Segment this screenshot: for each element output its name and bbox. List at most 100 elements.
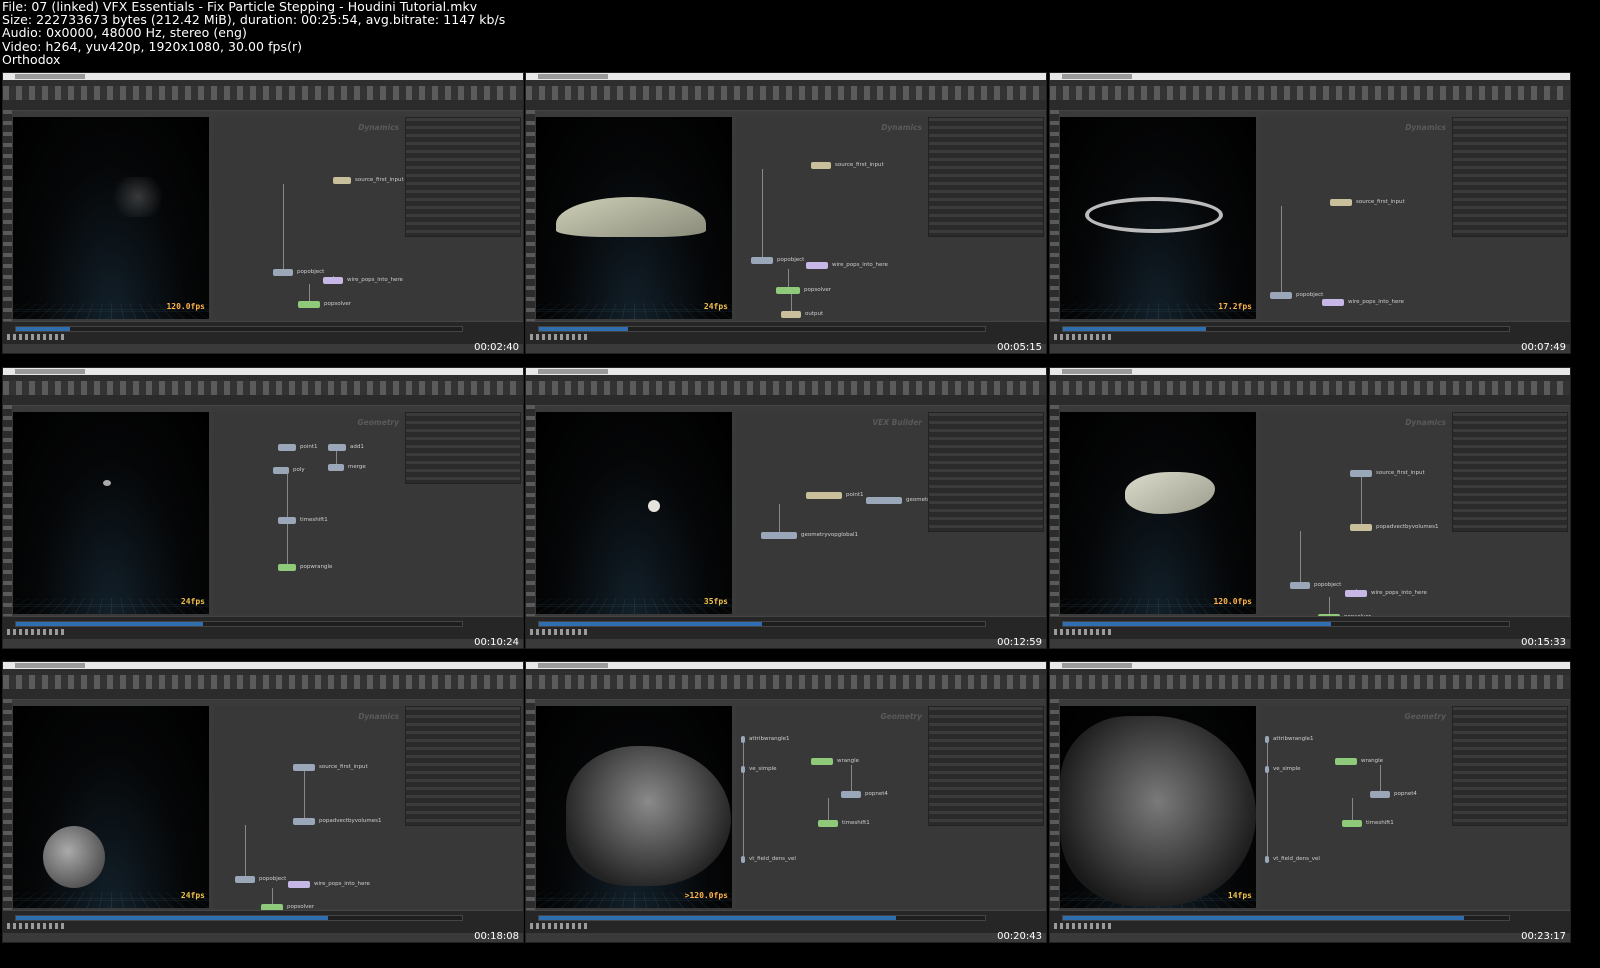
parameter-panel[interactable]: [405, 412, 521, 484]
node-wrangle[interactable]: [1335, 758, 1357, 765]
node-popwrangle[interactable]: [278, 564, 296, 571]
node-timeshift1[interactable]: [818, 820, 838, 827]
node-wire-pops-into-here[interactable]: [1345, 590, 1367, 597]
node-popobject[interactable]: [751, 257, 773, 264]
playback-controls[interactable]: [530, 334, 590, 340]
node-source-first-input[interactable]: [811, 162, 831, 169]
node-output[interactable]: [781, 311, 801, 318]
scene-viewport[interactable]: 17.2fps: [1060, 117, 1256, 319]
scene-viewport[interactable]: 24fps: [13, 706, 209, 908]
timeline[interactable]: [526, 910, 1046, 933]
timeline[interactable]: [1050, 321, 1570, 344]
playback-controls[interactable]: [1054, 334, 1114, 340]
node-source-first-input[interactable]: [333, 177, 351, 184]
timeline[interactable]: [3, 910, 523, 933]
node-add1[interactable]: [328, 444, 346, 451]
scene-viewport[interactable]: >120.0fps: [536, 706, 732, 908]
node-vt-field-dens-vel[interactable]: [1265, 856, 1269, 863]
playback-controls[interactable]: [7, 334, 67, 340]
parameter-panel[interactable]: [1452, 117, 1568, 237]
node-popsolver[interactable]: [298, 301, 320, 308]
timeline[interactable]: [3, 321, 523, 344]
thumbnail-6[interactable]: 120.0fps Dynamics source_first_input popa…: [1049, 367, 1571, 649]
node-source-first-input[interactable]: [1350, 470, 1372, 477]
parameter-panel[interactable]: [928, 412, 1044, 532]
parameter-panel[interactable]: [1452, 706, 1568, 826]
node-popnet4[interactable]: [1370, 791, 1390, 798]
timeline-bar[interactable]: [1062, 621, 1510, 627]
node-popsolver[interactable]: [776, 287, 800, 294]
node-ve-simple[interactable]: [1265, 766, 1269, 773]
timeline-bar[interactable]: [538, 915, 986, 921]
playback-controls[interactable]: [7, 923, 67, 929]
timeline-bar[interactable]: [538, 326, 986, 332]
playback-controls[interactable]: [530, 629, 590, 635]
timeline[interactable]: [526, 321, 1046, 344]
parameter-panel[interactable]: [928, 706, 1044, 826]
playback-controls[interactable]: [7, 629, 67, 635]
node-wrangle[interactable]: [811, 758, 833, 765]
timeline-bar[interactable]: [1062, 326, 1510, 332]
parameter-panel[interactable]: [405, 117, 521, 237]
node-popobject[interactable]: [273, 269, 293, 276]
thumbnail-9[interactable]: 14fps Geometry wrangle popnet4 timeshift1 a…: [1049, 661, 1571, 943]
node-label: source_first_input: [1356, 199, 1405, 205]
node-popobject[interactable]: [1270, 292, 1292, 299]
node-wire-pops-into-here[interactable]: [323, 277, 343, 284]
scene-viewport[interactable]: 35fps: [536, 412, 732, 614]
timeline[interactable]: [1050, 616, 1570, 639]
node-wire-pops-into-here[interactable]: [288, 881, 310, 888]
timeline-bar[interactable]: [15, 621, 463, 627]
playback-controls[interactable]: [530, 923, 590, 929]
thumbnail-8[interactable]: >120.0fps Geometry wrangle popnet4 timeshi…: [525, 661, 1047, 943]
node-popobject[interactable]: [235, 876, 255, 883]
thumbnail-5[interactable]: 35fps VEX Builder point1geometryvopoutpu…: [525, 367, 1047, 649]
node-popobject[interactable]: [1290, 582, 1310, 589]
node-geometryvopoutput1[interactable]: [866, 497, 902, 504]
node-wire-pops-into-here[interactable]: [806, 262, 828, 269]
node-source-first-input[interactable]: [1330, 199, 1352, 206]
node-popadvectbyvolumes1[interactable]: [1350, 524, 1372, 531]
timeline[interactable]: [1050, 910, 1570, 933]
node-merge[interactable]: [328, 464, 344, 471]
node-label: geometryvopglobal1: [801, 532, 859, 538]
node-wire-pops-into-here[interactable]: [1322, 299, 1344, 306]
network-context-label: VEX Builder: [872, 418, 922, 427]
timeline-bar[interactable]: [1062, 915, 1510, 921]
timeline-bar[interactable]: [538, 621, 986, 627]
timeline[interactable]: [526, 616, 1046, 639]
playback-controls[interactable]: [1054, 629, 1114, 635]
thumbnail-2[interactable]: 24fps Dynamics source_first_input popobje…: [525, 72, 1047, 354]
parameter-panel[interactable]: [405, 706, 521, 826]
node-popadvectbyvolumes1[interactable]: [293, 818, 315, 825]
thumbnail-7[interactable]: 24fps Dynamics source_first_input popadve…: [2, 661, 524, 943]
node-attribwrangle1[interactable]: [1265, 736, 1269, 743]
node-vt-field-dens-vel[interactable]: [741, 856, 745, 863]
scene-viewport[interactable]: 14fps: [1060, 706, 1256, 908]
timeline-bar[interactable]: [15, 326, 463, 332]
timeline-bar[interactable]: [15, 915, 463, 921]
scene-viewport[interactable]: 24fps: [13, 412, 209, 614]
node-poly[interactable]: [273, 467, 289, 474]
thumbnail-4[interactable]: 24fps Geometry point1 add1 merge poly timesh…: [2, 367, 524, 649]
thumbnail-1[interactable]: 120.0fps Dynamics source_first_input popo…: [2, 72, 524, 354]
node-timeshift1[interactable]: [278, 517, 296, 524]
node-ve-simple[interactable]: [741, 766, 745, 773]
node-source-first-input[interactable]: [293, 764, 315, 771]
node-timeshift1[interactable]: [1342, 820, 1362, 827]
parameter-panel[interactable]: [1452, 412, 1568, 532]
scene-viewport[interactable]: 120.0fps: [13, 117, 209, 319]
scene-viewport[interactable]: 120.0fps: [1060, 412, 1256, 614]
playback-controls[interactable]: [1054, 923, 1114, 929]
node-point1[interactable]: [278, 444, 296, 451]
timeline[interactable]: [3, 616, 523, 639]
parameter-panel[interactable]: [928, 117, 1044, 237]
node-popnet4[interactable]: [841, 791, 861, 798]
video-line: Video: h264, yuv420p, 1920x1080, 30.00 f…: [2, 38, 303, 54]
window-titlebar: [526, 73, 1046, 108]
node-point1[interactable]: [806, 492, 842, 499]
node-attribwrangle1[interactable]: [741, 736, 745, 743]
node-geometryvopglobal1[interactable]: [761, 532, 797, 539]
thumbnail-3[interactable]: 17.2fps Dynamics source_first_input popob…: [1049, 72, 1571, 354]
scene-viewport[interactable]: 24fps: [536, 117, 732, 319]
